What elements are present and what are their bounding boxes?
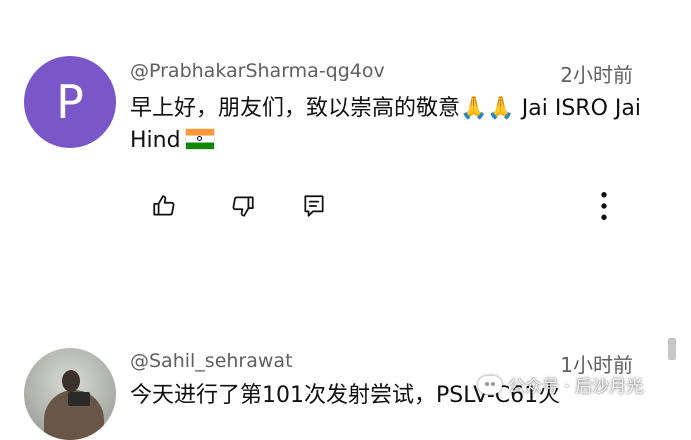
- watermark: 公众号 · 后沙月光: [478, 372, 643, 397]
- avatar-letter: P: [56, 75, 84, 129]
- reply-icon: [304, 195, 324, 217]
- dislike-button[interactable]: [225, 188, 261, 224]
- india-flag-icon: [184, 128, 215, 150]
- comment-actions: [0, 188, 691, 224]
- more-options-button[interactable]: [586, 188, 622, 224]
- thumbs-up-icon: [153, 195, 175, 216]
- comment-time: 2小时前: [560, 63, 633, 87]
- wechat-icon: [478, 375, 502, 394]
- comment-item: P @PrabhakarSharma-qg4ov 2小时前 早上好，朋友们，致以…: [0, 0, 691, 300]
- like-button[interactable]: [146, 188, 182, 224]
- thumbs-down-icon: [232, 196, 254, 217]
- comment-author[interactable]: @PrabhakarSharma-qg4ov: [130, 60, 385, 82]
- reply-button[interactable]: [296, 188, 332, 224]
- comment-author[interactable]: @Sahil_sehrawat: [130, 350, 293, 372]
- more-vertical-icon: [601, 192, 607, 220]
- avatar[interactable]: P: [24, 56, 116, 148]
- comment-text-container: 早上好，朋友们，致以崇高的敬意🙏🙏 Jai ISRO Jai Hind: [130, 93, 645, 157]
- avatar[interactable]: [24, 348, 116, 440]
- watermark-text: 公众号 · 后沙月光: [508, 377, 644, 397]
- scrollbar[interactable]: [668, 338, 676, 360]
